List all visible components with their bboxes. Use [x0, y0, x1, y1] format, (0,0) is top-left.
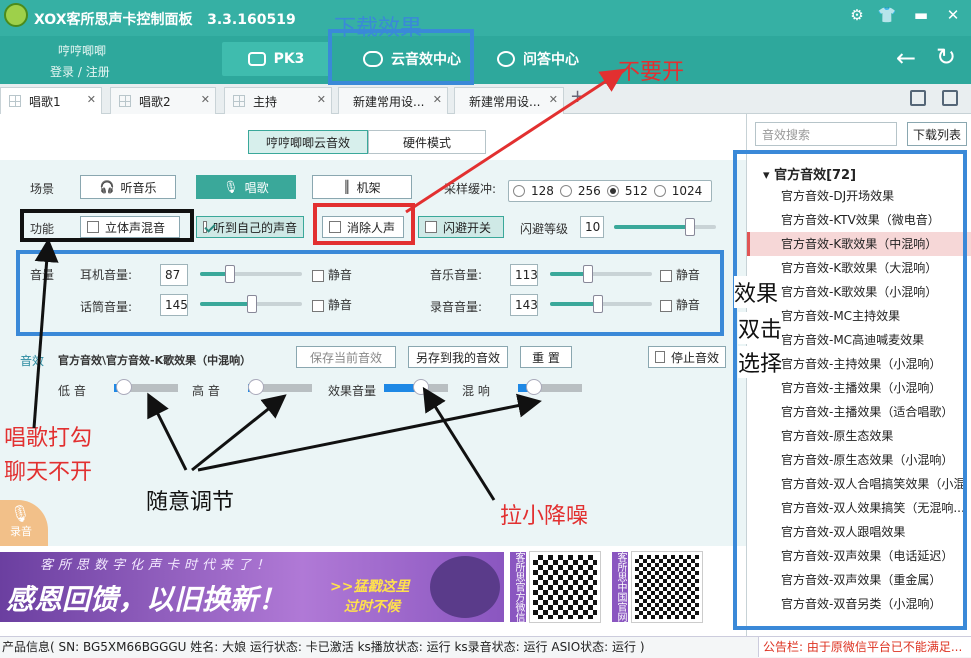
arrow-reverb	[197, 393, 542, 472]
arrow-effect-volume	[422, 386, 496, 501]
arrow-treble	[191, 394, 287, 472]
arrow-dont-enable	[405, 68, 626, 214]
arrow-bass	[147, 392, 188, 471]
annotation-arrows	[32, 68, 626, 501]
arrow-stereo	[32, 238, 59, 429]
